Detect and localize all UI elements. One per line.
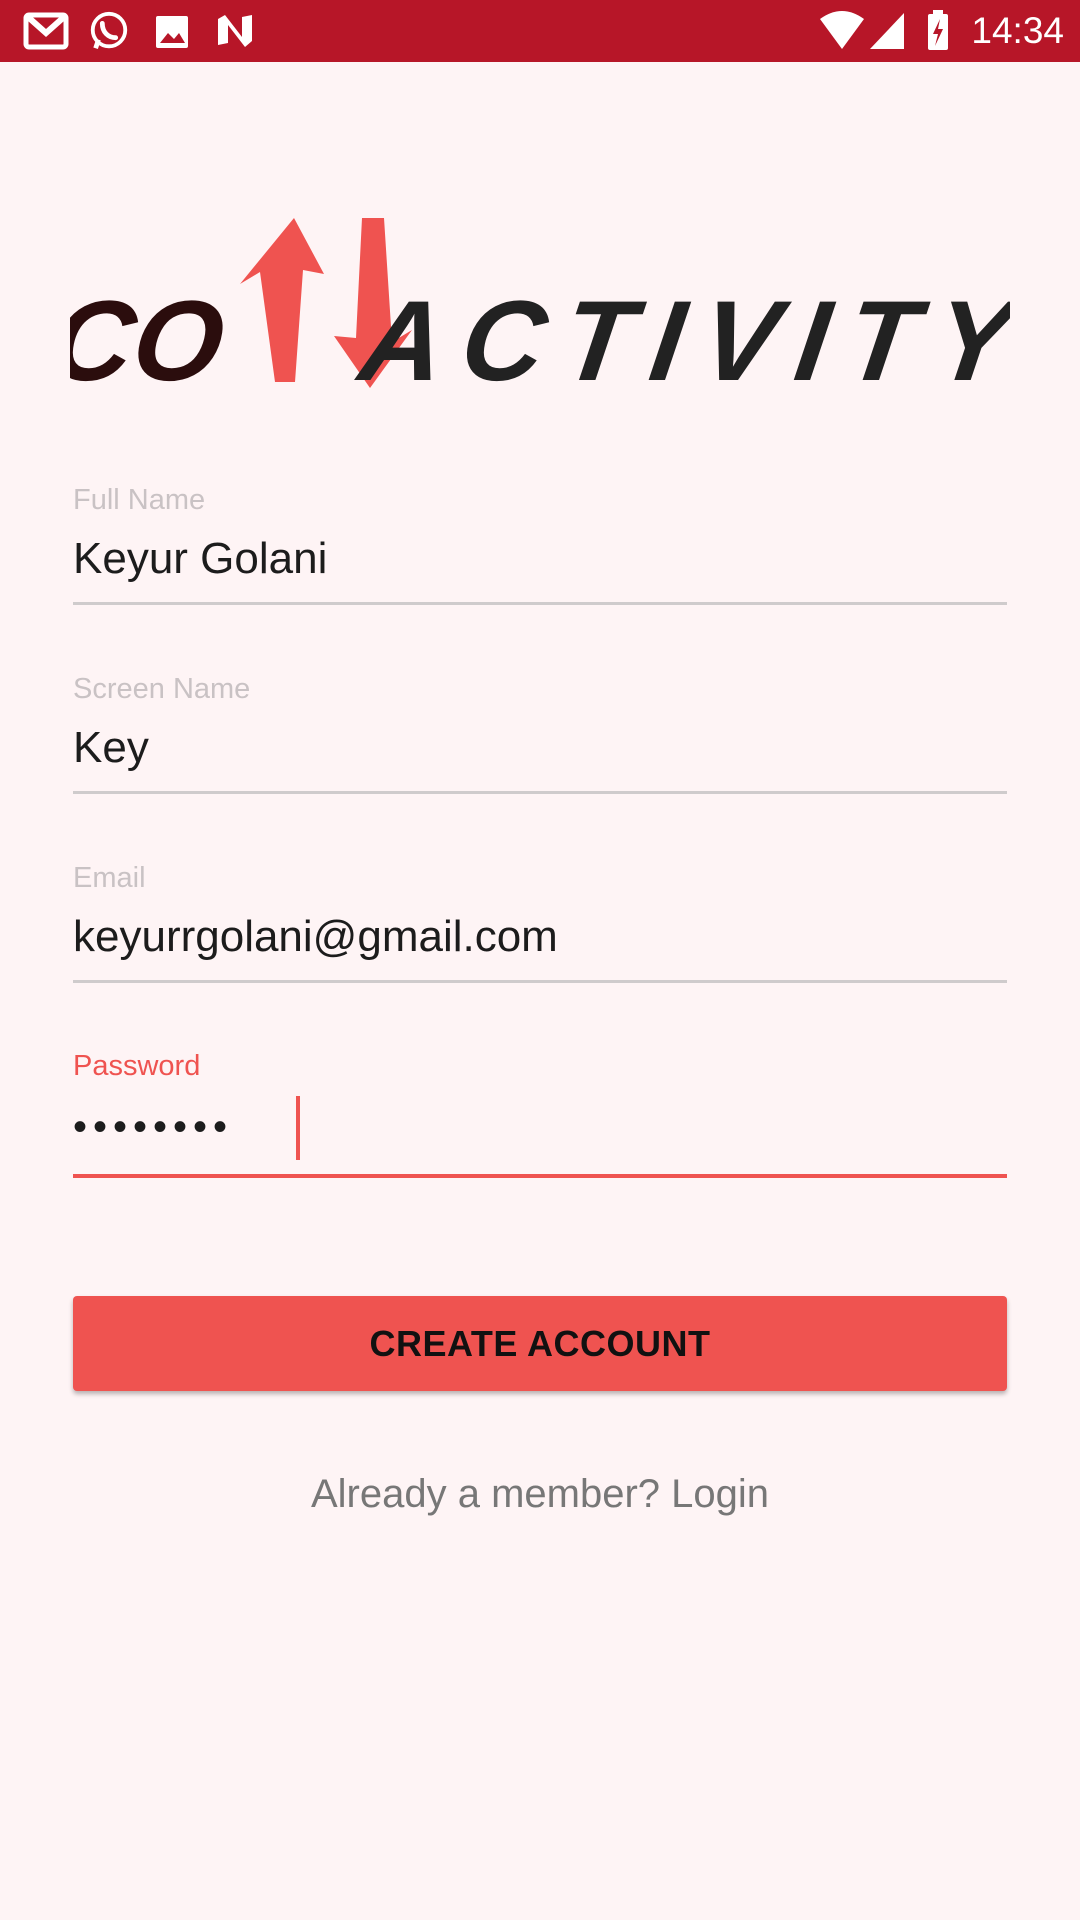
logo-arrow-up — [240, 218, 324, 382]
full-name-field[interactable]: Full Name Keyur Golani — [73, 484, 1007, 609]
text-cursor — [296, 1096, 300, 1160]
email-label: Email — [73, 862, 146, 894]
image-icon — [156, 16, 188, 48]
email-field[interactable]: Email keyurrgolani@gmail.com — [73, 862, 1007, 987]
create-account-button[interactable]: CREATE ACCOUNT — [73, 1296, 1007, 1391]
full-name-input[interactable]: Keyur Golani — [73, 534, 327, 584]
screen-name-field[interactable]: Screen Name Key — [73, 673, 1007, 798]
logo-text-activity: ACTIVITY — [350, 278, 1010, 392]
gmail-icon — [23, 12, 69, 50]
email-input[interactable]: keyurrgolani@gmail.com — [73, 912, 558, 962]
conactivity-logo: CO ACTIVITY — [70, 218, 1010, 392]
full-name-label: Full Name — [73, 484, 206, 516]
screen-name-input[interactable]: Key — [73, 723, 149, 773]
whatsapp-icon — [90, 11, 128, 49]
password-label: Password — [73, 1050, 201, 1082]
password-underline — [73, 1174, 1007, 1178]
status-bar: 14:34 — [0, 0, 1080, 62]
battery-charging-icon — [928, 10, 948, 50]
password-input[interactable]: •••••••• — [73, 1105, 233, 1150]
notification-n-icon — [218, 15, 252, 47]
password-field[interactable]: Password •••••••• — [73, 1050, 1007, 1180]
screen-name-label: Screen Name — [73, 673, 251, 705]
wifi-icon — [820, 11, 864, 49]
signal-icon — [870, 13, 904, 49]
status-time: 14:34 — [971, 10, 1064, 51]
login-link[interactable]: Already a member? Login — [0, 1472, 1080, 1517]
screen-name-underline — [73, 791, 1007, 794]
email-underline — [73, 980, 1007, 983]
logo-text-co: CO — [70, 278, 232, 392]
full-name-underline — [73, 602, 1007, 605]
